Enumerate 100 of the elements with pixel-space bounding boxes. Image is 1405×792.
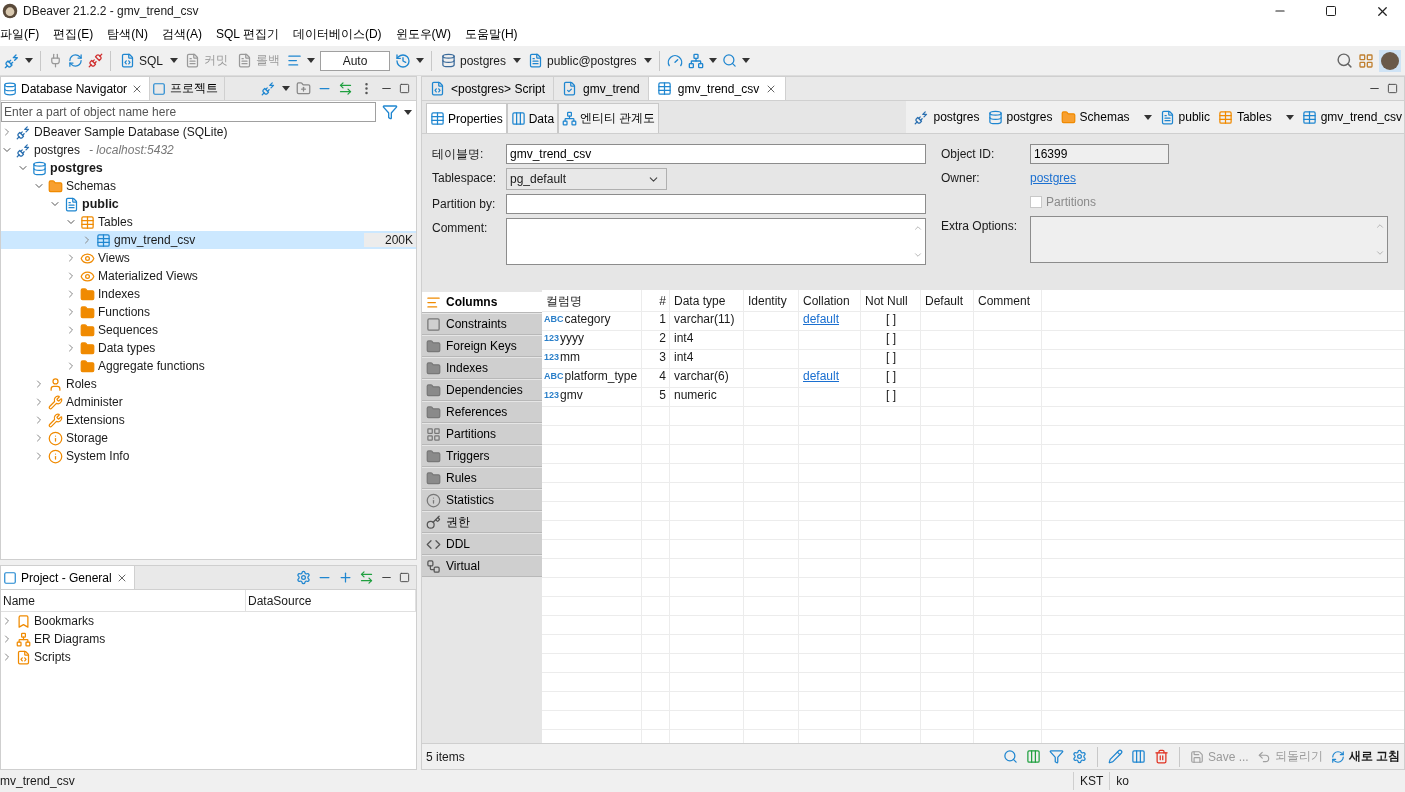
filter-field[interactable]: Enter a part of object name here (1, 102, 376, 122)
history-icon[interactable] (395, 52, 411, 69)
search-icon[interactable] (1336, 52, 1353, 69)
caret-icon[interactable] (643, 58, 652, 63)
editor-subtab[interactable]: Properties (426, 103, 507, 133)
tree-item[interactable]: Functions (1, 303, 416, 321)
refresh-button[interactable]: 새로 고침 (1330, 748, 1400, 765)
tree-item[interactable]: gmv_trend_csv 200K (1, 231, 416, 249)
section-tab[interactable]: Rules (422, 468, 542, 489)
column-header[interactable]: DataSource (248, 593, 312, 608)
breadcrumb-item[interactable]: gmv_trend_csv (1301, 109, 1402, 125)
reconnect-icon[interactable] (68, 53, 83, 68)
column-header[interactable]: Not Null (865, 294, 908, 308)
menu-item[interactable]: SQL 편집기 (216, 25, 279, 43)
menu-item[interactable]: 데이터베이스(D) (292, 25, 382, 43)
editor-subtab[interactable]: 엔티티 관계도 (558, 103, 660, 133)
tree-item[interactable]: Materialized Views (1, 267, 416, 285)
link-icon[interactable] (338, 81, 353, 96)
columns-icon[interactable] (1025, 749, 1041, 764)
pencil-icon[interactable] (1107, 749, 1123, 764)
caret-icon[interactable] (170, 58, 178, 63)
table-name-field[interactable]: gmv_trend_csv (506, 144, 926, 164)
maximize-icon[interactable] (399, 83, 410, 94)
expand-icon[interactable] (338, 570, 353, 585)
avatar-icon[interactable] (1379, 49, 1401, 72)
tree-item[interactable]: Schemas (1, 177, 416, 195)
connection-selector[interactable]: postgres (439, 52, 509, 69)
settings-icon[interactable] (296, 570, 311, 585)
breadcrumb-item[interactable]: public (1159, 109, 1210, 125)
tree-item[interactable]: Administer (1, 393, 416, 411)
tree-item[interactable]: Sequences (1, 321, 416, 339)
filter-icon[interactable] (382, 104, 398, 120)
tree-item[interactable]: Storage (1, 429, 416, 447)
partition-field[interactable] (506, 194, 926, 214)
plug-icon[interactable] (48, 53, 63, 68)
view-tab[interactable]: 프로젝트 (150, 77, 226, 100)
tree-item[interactable]: Indexes (1, 285, 416, 303)
breadcrumb-item[interactable]: Tables (1217, 109, 1294, 125)
breadcrumb-item[interactable]: postgres (914, 109, 980, 125)
link-icon[interactable] (359, 570, 374, 585)
settings-icon[interactable] (1071, 749, 1087, 764)
section-tab[interactable]: References (422, 402, 542, 423)
tree-item[interactable]: ER Diagrams (1, 630, 416, 648)
new-folder-icon[interactable] (296, 81, 311, 96)
section-tab[interactable]: DDL (422, 534, 542, 555)
filter-icon[interactable] (1048, 749, 1064, 764)
tree-item[interactable]: Extensions (1, 411, 416, 429)
caret-icon[interactable] (741, 58, 750, 63)
gauge-icon[interactable] (666, 52, 683, 69)
section-tab[interactable]: Dependencies (422, 380, 542, 401)
section-tab[interactable]: Indexes (422, 358, 542, 379)
menu-item[interactable]: 도움말(H) (464, 25, 518, 43)
section-tab[interactable]: Statistics (422, 490, 542, 511)
column-header[interactable]: Identity (748, 294, 787, 308)
tree-item[interactable]: Views (1, 249, 416, 267)
menu-item[interactable]: 윈도우(W) (395, 25, 451, 43)
tree-item[interactable]: postgres - localhost:5432 (1, 141, 416, 159)
column-header[interactable]: Collation (803, 294, 850, 308)
editor-tab[interactable]: gmv_trend_csv (648, 77, 787, 100)
caret-icon[interactable] (1285, 114, 1294, 120)
mode-field[interactable]: Auto (320, 50, 390, 71)
tree-item[interactable]: Scripts (1, 648, 416, 666)
editor-subtab[interactable]: Data (506, 103, 559, 133)
breadcrumb-item[interactable]: postgres (987, 109, 1053, 125)
editor-tab[interactable]: <postgres> Script (422, 77, 555, 100)
breadcrumb-item[interactable]: Schemas (1060, 109, 1152, 125)
caret-icon[interactable] (1143, 114, 1152, 120)
tree-item[interactable]: postgres (1, 159, 416, 177)
owner-link[interactable]: postgres (1030, 171, 1077, 185)
caret-icon[interactable] (282, 86, 290, 91)
collation-link[interactable]: default (803, 309, 840, 328)
tree-item[interactable]: System Info (1, 447, 416, 465)
tree-item[interactable]: Roles (1, 375, 416, 393)
schema-selector[interactable]: public@postgres (526, 52, 639, 69)
menu-item[interactable]: 편집(E) (53, 25, 94, 43)
tree-item[interactable]: DBeaver Sample Database (SQLite) (1, 123, 416, 141)
delete-icon[interactable] (1153, 749, 1169, 764)
view-tab[interactable]: Database Navigator (1, 77, 151, 100)
caret-icon[interactable] (513, 58, 522, 63)
caret-icon[interactable] (404, 109, 412, 115)
view-tab[interactable]: Project - General (1, 566, 135, 589)
section-tab[interactable]: 권한 (422, 512, 542, 533)
section-tab[interactable]: Virtual (422, 556, 542, 577)
tree-item[interactable]: public (1, 195, 416, 213)
caret-icon[interactable] (708, 58, 717, 63)
object-id-field[interactable]: 16399 (1030, 144, 1169, 164)
column-header[interactable]: Data type (674, 294, 726, 308)
tree-item[interactable]: Bookmarks (1, 612, 416, 630)
column-header[interactable]: 컬럼명 (546, 292, 582, 310)
maximize-icon[interactable] (399, 572, 410, 583)
menu-item[interactable]: 검색(A) (162, 25, 202, 43)
column-header[interactable]: Name (3, 593, 35, 608)
disconnect-icon[interactable] (88, 53, 103, 68)
new-connection-icon[interactable] (261, 81, 276, 96)
section-tab[interactable]: Constraints (422, 314, 542, 335)
column-header[interactable]: # (659, 294, 666, 308)
caret-icon[interactable] (25, 58, 33, 63)
section-tab[interactable]: Partitions (422, 424, 542, 445)
tree-item[interactable]: Aggregate functions (1, 357, 416, 375)
menu-item[interactable]: 파일(F) (0, 25, 40, 43)
